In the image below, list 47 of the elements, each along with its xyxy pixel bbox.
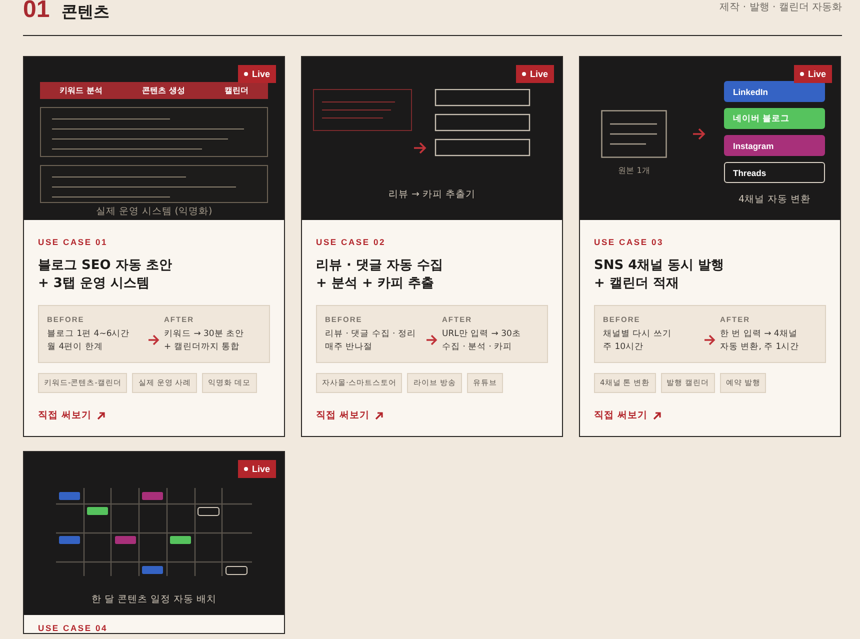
live-dot-icon bbox=[800, 72, 804, 76]
channel-chip: 네이버 블로그 bbox=[724, 108, 825, 129]
preview-caption: 한 달 콘텐츠 일정 자동 배치 bbox=[91, 593, 217, 606]
live-badge: Live bbox=[794, 65, 832, 83]
use-case-label: USE CASE 01 bbox=[38, 237, 109, 247]
try-link[interactable]: 직접 써보기 bbox=[316, 409, 384, 422]
channel-chip: Instagram bbox=[724, 135, 825, 156]
use-case-label: USE CASE 04 bbox=[38, 623, 109, 633]
card-title: 리뷰 · 댓글 자동 수집 + 분석 + 카피 추출 bbox=[316, 257, 444, 293]
live-dot-icon bbox=[522, 72, 526, 76]
arrow-icon bbox=[148, 334, 160, 346]
before-text: 리뷰 · 댓글 수집 · 정리 매주 반나절 bbox=[325, 328, 417, 354]
live-badge: Live bbox=[238, 65, 276, 83]
arrow-icon bbox=[704, 334, 716, 346]
card-title: SNS 4채널 동시 발행 + 캘린더 적재 bbox=[594, 257, 726, 293]
tab[interactable]: 콘텐츠 생성 bbox=[142, 85, 185, 96]
document-icon bbox=[601, 110, 667, 158]
channel-chip: Threads bbox=[724, 162, 825, 183]
preview-caption: 리뷰 → 카피 추출기 bbox=[388, 188, 476, 201]
before-text: 채널별 다시 쓰기 주 10시간 bbox=[603, 328, 672, 354]
after-text: 한 번 입력 → 4채널 자동 변환, 주 1시간 bbox=[720, 328, 800, 354]
live-badge: Live bbox=[238, 460, 276, 478]
use-case-label: USE CASE 03 bbox=[594, 237, 665, 247]
live-dot-icon bbox=[244, 72, 248, 76]
preview-caption: 4채널 자동 변환 bbox=[738, 193, 811, 206]
preview-caption: 실제 운영 시스템 (익명화) bbox=[96, 205, 212, 218]
section-number: 01 bbox=[23, 0, 50, 22]
after-text: URL만 입력 → 30초 수집 · 분석 · 카피 bbox=[442, 328, 522, 354]
source-label: 원본 1개 bbox=[618, 165, 650, 176]
before-text: 블로그 1편 4~6시간 월 4편이 한계 bbox=[47, 328, 131, 354]
arrow-icon bbox=[426, 334, 438, 346]
after-text: 키워드 → 30분 초안 + 캘린더까지 통합 bbox=[164, 328, 246, 354]
arrow-up-right-icon bbox=[97, 412, 106, 420]
try-link[interactable]: 직접 써보기 bbox=[594, 409, 662, 422]
arrow-up-right-icon bbox=[375, 412, 384, 420]
use-case-label: USE CASE 02 bbox=[316, 237, 387, 247]
arrow-icon bbox=[692, 127, 706, 141]
tab[interactable]: 키워드 분석 bbox=[60, 85, 103, 96]
card-title: 블로그 SEO 자동 초안 + 3탭 운영 시스템 bbox=[38, 257, 173, 293]
channel-chip: LinkedIn bbox=[724, 81, 825, 102]
live-dot-icon bbox=[244, 467, 248, 471]
live-badge: Live bbox=[516, 65, 554, 83]
arrow-up-right-icon bbox=[653, 412, 662, 420]
try-link[interactable]: 직접 써보기 bbox=[38, 409, 106, 422]
tab[interactable]: 캘린더 bbox=[224, 85, 248, 96]
section-subtitle: 제작 · 발행 · 캘린더 자동화 bbox=[720, 1, 842, 15]
section-title: 콘텐츠 bbox=[62, 1, 110, 23]
